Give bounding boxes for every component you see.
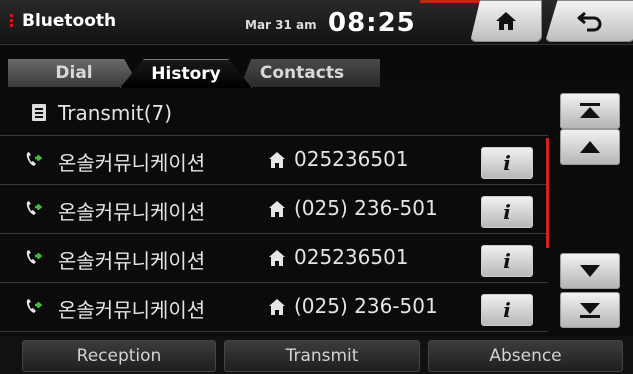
scroll-top-icon	[580, 103, 600, 118]
phone-number: 025236501	[294, 147, 409, 171]
info-button[interactable]: i	[481, 196, 533, 228]
tab-history[interactable]: History	[120, 59, 252, 88]
scroll-up-icon	[580, 141, 600, 153]
phone-number: (025) 236-501	[294, 196, 438, 220]
call-row[interactable]: 온솔커뮤니케이션 025236501 i	[0, 233, 548, 282]
contact-name: 온솔커뮤니케이션	[58, 200, 206, 224]
home-number-icon	[269, 201, 285, 217]
info-icon: i	[503, 249, 511, 273]
scroll-indicator[interactable]	[546, 138, 549, 248]
scroll-down-button[interactable]	[560, 253, 620, 289]
scroll-down-icon	[580, 265, 600, 277]
outgoing-call-icon	[26, 152, 43, 166]
transmit-button[interactable]: Transmit	[224, 340, 420, 372]
bottom-filter-bar: Reception Transmit Absence	[0, 336, 633, 374]
transmit-label: Transmit	[285, 346, 359, 366]
info-button[interactable]: i	[481, 147, 533, 179]
scroll-top-button[interactable]	[560, 93, 620, 129]
home-icon	[496, 12, 516, 30]
info-icon: i	[503, 151, 511, 175]
bluetooth-history-screen: Bluetooth Mar 31 am 08:25 Dial Contacts …	[0, 0, 633, 374]
outgoing-call-icon	[26, 201, 43, 215]
call-row[interactable]: 온솔커뮤니케이션 (025) 236-501 i	[0, 184, 548, 233]
tab-dial-label: Dial	[55, 63, 93, 83]
list-title: Transmit(7)	[58, 101, 173, 125]
outgoing-call-icon	[26, 250, 43, 264]
contact-name: 온솔커뮤니케이션	[58, 249, 206, 273]
scroll-bottom-icon	[580, 303, 600, 318]
home-number-icon	[269, 299, 285, 315]
scroll-bottom-button[interactable]	[560, 292, 620, 328]
phone-number: 025236501	[294, 245, 409, 269]
back-arrow-icon	[577, 11, 602, 32]
app-title: Bluetooth	[22, 11, 117, 31]
outgoing-call-icon	[26, 299, 43, 313]
clock: 08:25	[328, 8, 416, 38]
status-bar: Bluetooth Mar 31 am 08:25	[0, 0, 633, 45]
back-button[interactable]	[545, 0, 633, 42]
reception-label: Reception	[76, 346, 162, 366]
tab-contacts-label: Contacts	[259, 63, 345, 83]
tab-dial[interactable]: Dial	[8, 59, 140, 87]
call-list: 온솔커뮤니케이션 025236501 i 온솔커뮤니케이션 (025) 236-…	[0, 135, 548, 332]
call-row[interactable]: 온솔커뮤니케이션 (025) 236-501 i	[0, 282, 548, 332]
info-button[interactable]: i	[481, 294, 533, 326]
tab-contacts[interactable]: Contacts	[240, 59, 380, 87]
info-icon: i	[503, 298, 511, 322]
reception-button[interactable]: Reception	[22, 340, 216, 372]
contact-name: 온솔커뮤니케이션	[58, 298, 206, 322]
date-display: Mar 31 am	[245, 18, 317, 32]
home-number-icon	[269, 152, 285, 168]
list-header: Transmit(7)	[0, 90, 552, 134]
contact-name: 온솔커뮤니케이션	[58, 151, 206, 175]
absence-button[interactable]: Absence	[428, 340, 623, 372]
call-row[interactable]: 온솔커뮤니케이션 025236501 i	[0, 135, 548, 184]
phone-number: (025) 236-501	[294, 294, 438, 318]
absence-label: Absence	[489, 346, 562, 366]
home-button[interactable]	[470, 0, 542, 42]
home-number-icon	[269, 250, 285, 266]
info-button[interactable]: i	[481, 245, 533, 277]
info-icon: i	[503, 200, 511, 224]
list-document-icon	[32, 104, 46, 121]
tab-history-label: History	[151, 64, 221, 84]
tab-bar: Dial Contacts History	[0, 45, 633, 88]
scroll-up-button[interactable]	[560, 129, 620, 165]
bluetooth-indicator-icon	[10, 14, 14, 30]
